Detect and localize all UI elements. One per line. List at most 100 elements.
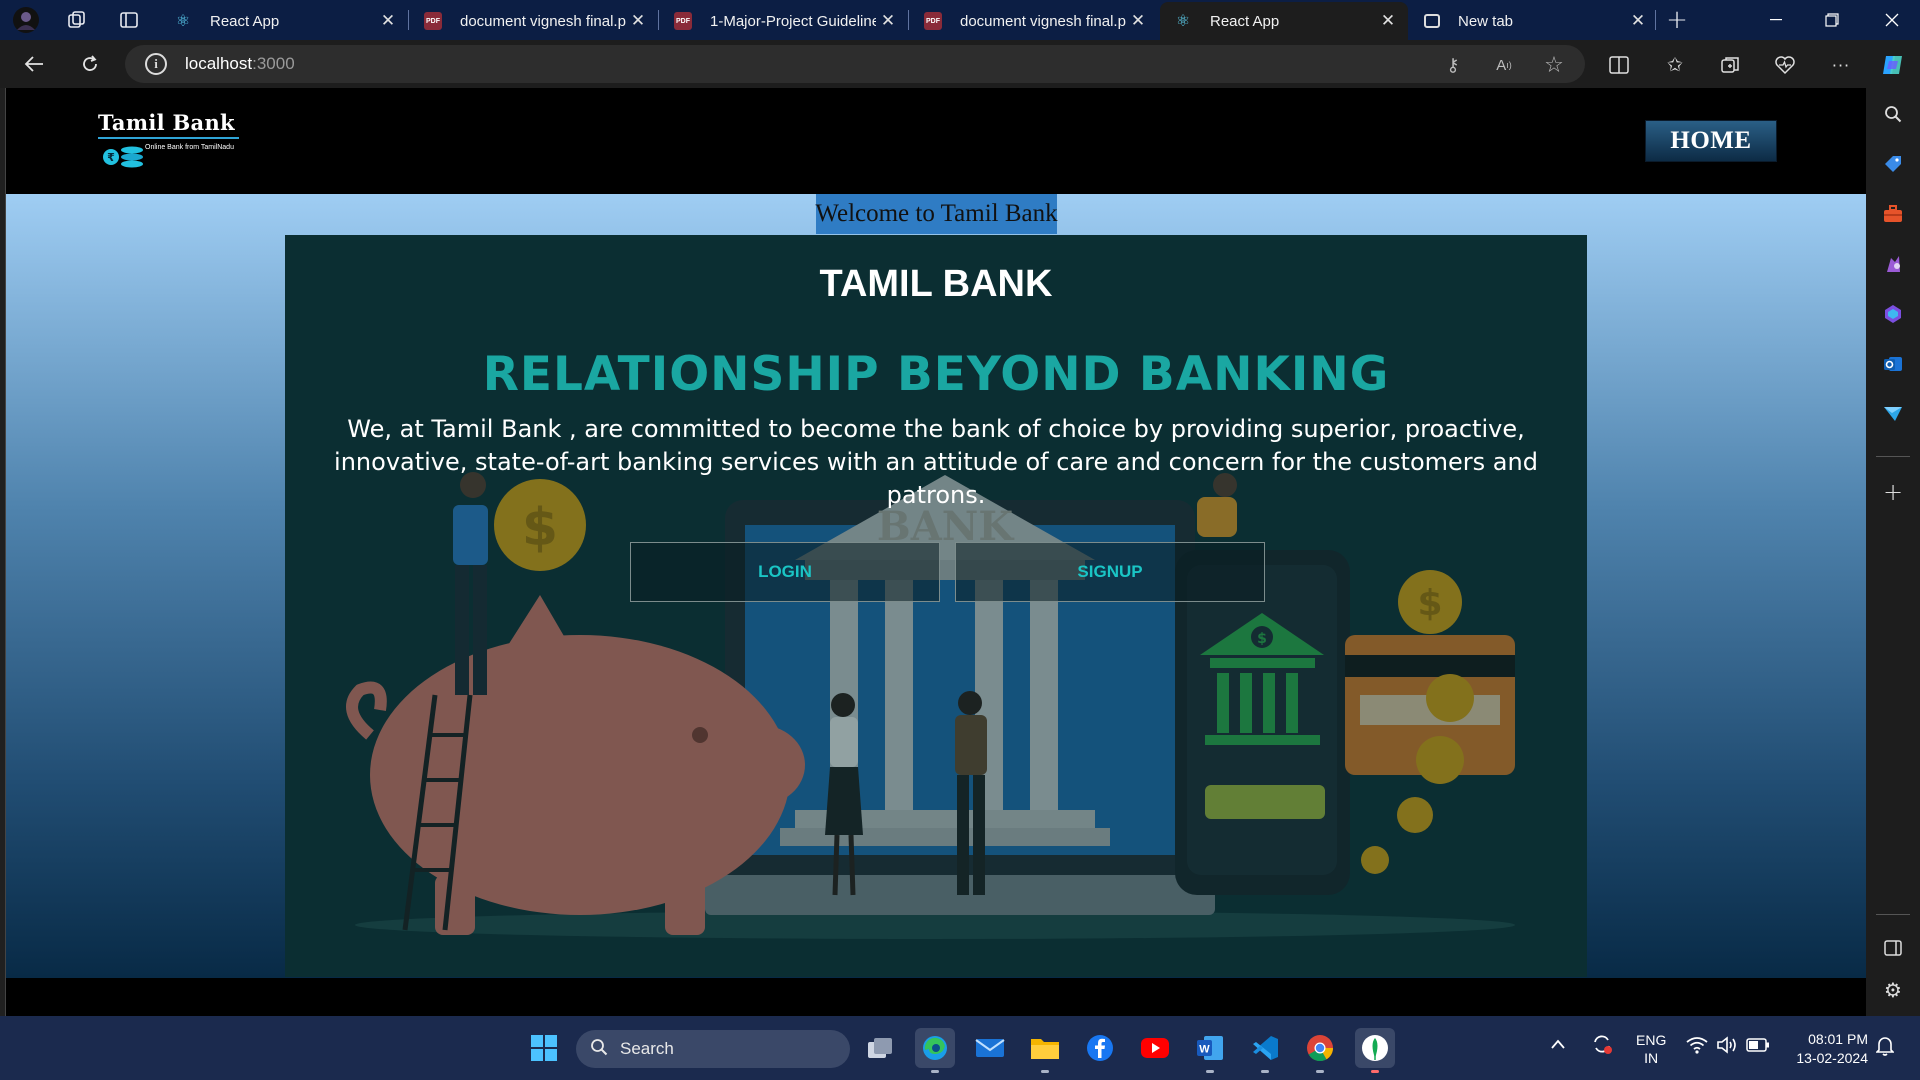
password-key-icon[interactable]: ⚷ <box>1440 53 1466 77</box>
tab-react-app-1[interactable]: ⚛ React App ✕ <box>160 2 408 40</box>
sync-icon[interactable] <box>1590 1032 1614 1061</box>
copilot-icon[interactable] <box>1878 50 1908 80</box>
notification-bell-icon[interactable] <box>1875 1036 1895 1061</box>
outlook-icon[interactable] <box>1879 350 1907 378</box>
more-options-icon[interactable]: ··· <box>1826 50 1856 80</box>
settings-gear-icon[interactable]: ⚙ <box>1879 976 1907 1004</box>
task-view-icon[interactable] <box>860 1028 900 1068</box>
profile-avatar[interactable] <box>10 4 42 36</box>
clock-date: 13-02-2024 <box>1796 1050 1868 1066</box>
favorite-star-icon[interactable]: ☆ <box>1541 53 1567 78</box>
pdf-icon: PDF <box>674 12 692 30</box>
word-icon[interactable]: W <box>1190 1028 1230 1073</box>
svg-text:₹: ₹ <box>107 151 115 164</box>
close-icon[interactable]: ✕ <box>1126 11 1150 31</box>
clock-time: 08:01 PM <box>1808 1031 1868 1047</box>
close-icon[interactable]: ✕ <box>876 11 900 31</box>
logo-underline <box>98 137 239 139</box>
address-bar[interactable]: i localhost:3000 ⚷ Aı) ☆ <box>125 45 1585 83</box>
read-aloud-icon[interactable]: Aı) <box>1491 53 1517 77</box>
logo-subtitle: Online Bank from TamilNadu <box>145 144 234 151</box>
tab-title: document vignesh final.pdf <box>960 12 1126 30</box>
tab-new-tab[interactable]: New tab ✕ <box>1410 2 1658 40</box>
tab-project-guidelines[interactable]: PDF 1-Major-Project Guidelines ✕ <box>660 2 908 40</box>
workspaces-icon[interactable] <box>61 4 93 36</box>
login-button[interactable]: LOGIN <box>630 542 940 602</box>
tamil-bank-logo[interactable]: Tamil Bank ₹ Online Bank from TamilNadu <box>98 110 248 172</box>
mission-statement: We, at Tamil Bank , are committed to bec… <box>334 415 1538 509</box>
tab-title: 1-Major-Project Guidelines <box>710 12 876 30</box>
wifi-icon[interactable] <box>1686 1036 1708 1059</box>
tab-separator <box>408 10 409 30</box>
react-icon: ⚛ <box>175 13 191 30</box>
windows-taskbar: Search W ENG IN 08:01 PM 13-02-2024 <box>0 1016 1920 1080</box>
tab-react-app-active[interactable]: ⚛ React App ✕ <box>1160 2 1408 40</box>
tab-title: React App <box>1210 12 1280 30</box>
home-button[interactable]: HOME <box>1646 121 1776 161</box>
copilot-app-icon[interactable] <box>1879 300 1907 328</box>
close-icon[interactable]: ✕ <box>626 11 650 31</box>
running-indicator <box>931 1070 939 1073</box>
browser-essentials-icon[interactable] <box>1770 50 1800 80</box>
sidebar-divider <box>1876 914 1910 915</box>
signup-button[interactable]: SIGNUP <box>955 542 1265 602</box>
file-explorer-icon[interactable] <box>1025 1028 1065 1073</box>
tab-title: New tab <box>1458 12 1514 30</box>
facebook-icon[interactable] <box>1080 1028 1120 1068</box>
language-indicator[interactable]: ENG IN <box>1636 1031 1666 1067</box>
tools-briefcase-icon[interactable] <box>1879 200 1907 228</box>
taskbar-search[interactable]: Search <box>576 1030 850 1068</box>
youtube-icon[interactable] <box>1135 1028 1175 1068</box>
site-header: Tamil Bank ₹ Online Bank from TamilNadu … <box>6 88 1866 194</box>
refresh-button[interactable] <box>72 48 108 80</box>
tab-document-pdf-1[interactable]: PDF document vignesh final.pdf ✕ <box>410 2 658 40</box>
battery-icon[interactable] <box>1746 1038 1770 1057</box>
pdf-icon: PDF <box>924 12 942 30</box>
shopping-tag-icon[interactable] <box>1879 150 1907 178</box>
url-text[interactable]: localhost:3000 <box>185 54 295 74</box>
split-screen-icon[interactable] <box>1604 50 1634 80</box>
favorites-icon[interactable]: ✩ <box>1660 50 1690 80</box>
site-info-icon[interactable]: i <box>145 53 167 75</box>
new-tab-plus-icon[interactable]: + <box>1661 4 1693 36</box>
search-placeholder: Search <box>620 1039 674 1058</box>
chrome-icon[interactable] <box>1300 1028 1340 1073</box>
sidebar-divider <box>1876 456 1910 457</box>
running-indicator <box>1206 1070 1214 1073</box>
tab-document-pdf-2[interactable]: PDF document vignesh final.pdf ✕ <box>910 2 1158 40</box>
clock[interactable]: 08:01 PM 13-02-2024 <box>1782 1030 1868 1068</box>
restore-button[interactable] <box>1804 0 1860 40</box>
tab-actions-icon[interactable] <box>113 4 145 36</box>
mail-icon[interactable] <box>970 1028 1010 1068</box>
edge-sidebar: + ⚙ <box>1866 88 1920 1016</box>
language-code: ENG <box>1636 1032 1667 1048</box>
search-icon[interactable] <box>1879 100 1907 128</box>
vscode-icon[interactable] <box>1245 1028 1285 1073</box>
browser-tab-bar: ⚛ React App ✕ PDF document vignesh final… <box>0 0 1920 40</box>
edge-browser-icon[interactable] <box>915 1028 955 1073</box>
close-icon[interactable]: ✕ <box>1376 11 1400 31</box>
svg-text:$: $ <box>1417 583 1442 624</box>
windows-start-icon[interactable] <box>524 1028 564 1068</box>
coins-icon: ₹ <box>103 146 143 168</box>
volume-icon[interactable] <box>1716 1036 1738 1059</box>
url-host: localhost <box>185 54 253 73</box>
hero-card: BANK $ $ $ TAMIL BANK RELATIONSHIP BEYON… <box>285 235 1587 977</box>
mongodb-compass-icon[interactable] <box>1355 1028 1395 1073</box>
logo-title: Tamil Bank <box>98 110 235 135</box>
close-window-button[interactable] <box>1864 0 1920 40</box>
tab-separator <box>908 10 909 30</box>
minimize-button[interactable] <box>1748 0 1804 40</box>
hide-sidebar-icon[interactable] <box>1879 934 1907 962</box>
collections-icon[interactable] <box>1715 50 1745 80</box>
welcome-banner: Welcome to Tamil Bank <box>815 194 1058 234</box>
add-sidebar-app-icon[interactable]: + <box>1879 478 1907 506</box>
tray-overflow-icon[interactable] <box>1550 1034 1566 1055</box>
back-button[interactable] <box>16 48 52 80</box>
page-viewport: Tamil Bank ₹ Online Bank from TamilNadu … <box>5 88 1866 1016</box>
games-icon[interactable] <box>1879 250 1907 278</box>
close-icon[interactable]: ✕ <box>376 11 400 31</box>
send-drop-icon[interactable] <box>1879 400 1907 428</box>
svg-text:W: W <box>1199 1044 1210 1056</box>
close-icon[interactable]: ✕ <box>1626 11 1650 31</box>
